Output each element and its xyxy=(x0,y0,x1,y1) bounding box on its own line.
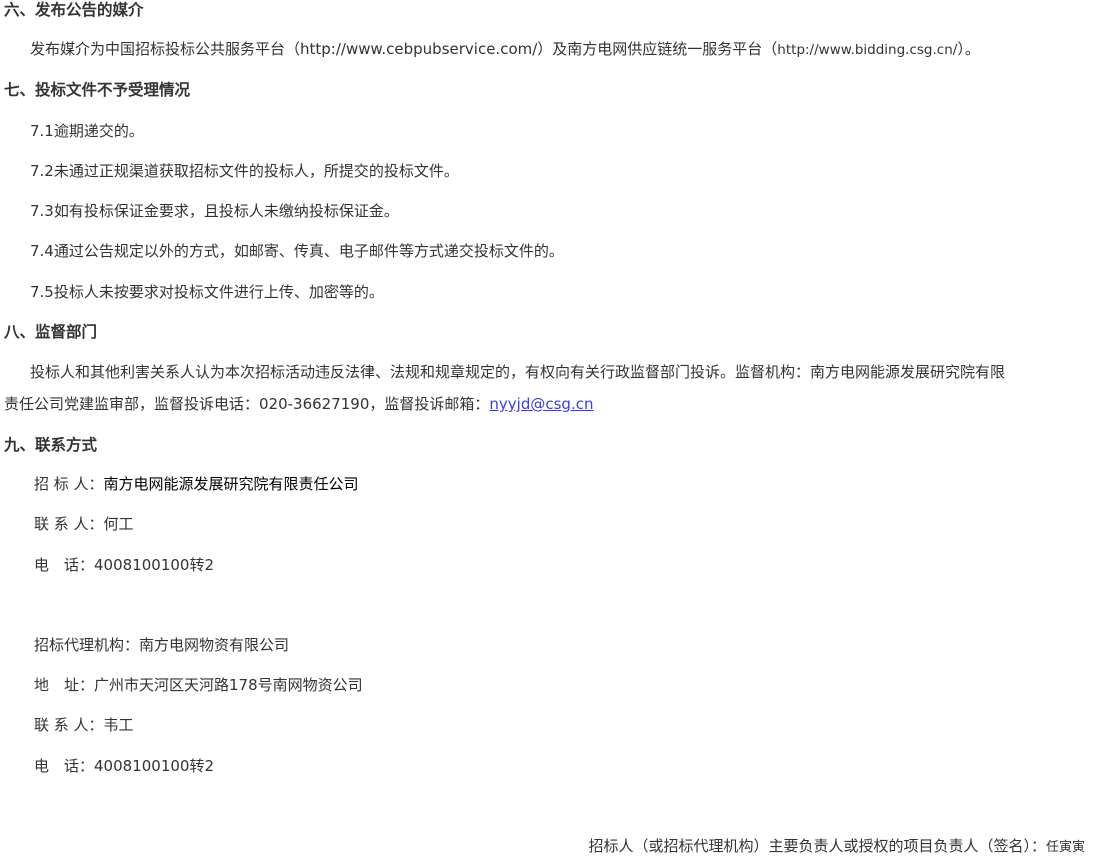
address-value: 广州市天河区天河路178号南网物资公司 xyxy=(94,676,363,694)
section-6-url: http://www.bidding.csg.cn/ xyxy=(777,42,958,58)
supervision-email-link[interactable]: nyyjd@csg.cn xyxy=(489,395,593,413)
tenderer-row: 招 标 人：南方电网能源发展研究院有限责任公司 xyxy=(34,474,359,494)
phone-row: 电 话：4008100100转2 xyxy=(34,555,214,575)
signature-name: 任寅寅 xyxy=(1045,840,1085,855)
section-8-line-2-text: 责任公司党建监审部，监督投诉电话：020-36627190，监督投诉邮箱： xyxy=(4,395,490,413)
agency-contact-label: 联 系 人： xyxy=(34,716,104,734)
section-6-paragraph: 发布媒介为中国招标投标公共服务平台（http://www.cebpubservi… xyxy=(30,39,980,60)
tenderer-label: 招 标 人： xyxy=(34,475,104,493)
section-7-heading: 七、投标文件不予受理情况 xyxy=(4,81,191,99)
agency-contact-row: 联 系 人：韦工 xyxy=(34,715,134,735)
section-7-item: 7.4通过公告规定以外的方式，如邮寄、传真、电子邮件等方式递交投标文件的。 xyxy=(30,242,564,260)
tenderer-value: 南方电网能源发展研究院有限责任公司 xyxy=(103,475,359,493)
signature-label: 招标人（或招标代理机构）主要负责人或授权的项目负责人（签名）： xyxy=(588,837,1046,855)
agency-phone-value: 4008100100转2 xyxy=(94,757,214,775)
section-8-heading: 八、监督部门 xyxy=(4,323,98,341)
agency-label: 招标代理机构： xyxy=(34,636,140,654)
signature-line: 招标人（或招标代理机构）主要负责人或授权的项目负责人（签名）：任寅寅 xyxy=(588,836,1085,858)
address-row: 地 址：广州市天河区天河路178号南网物资公司 xyxy=(34,675,363,695)
section-7-item: 7.1逾期递交的。 xyxy=(30,122,144,140)
section-8-line-1: 投标人和其他利害关系人认为本次招标活动违反法律、法规和规章规定的，有权向有关行政… xyxy=(30,363,1006,381)
contact-label: 联 系 人： xyxy=(34,515,104,533)
section-9-heading: 九、联系方式 xyxy=(4,436,98,454)
agency-phone-row: 电 话：4008100100转2 xyxy=(34,756,214,776)
section-7-item: 7.5投标人未按要求对投标文件进行上传、加密等的。 xyxy=(30,283,384,301)
section-7-item: 7.2未通过正规渠道获取招标文件的投标人，所提交的投标文件。 xyxy=(30,162,459,180)
phone-label: 电 话： xyxy=(34,556,95,574)
agency-row: 招标代理机构：南方电网物资有限公司 xyxy=(34,635,289,655)
section-6-text-end: ）。 xyxy=(957,40,980,58)
section-7-item: 7.3如有投标保证金要求，且投标人未缴纳投标保证金。 xyxy=(30,202,399,220)
contact-value: 何工 xyxy=(103,515,134,533)
section-8-line-2: 责任公司党建监审部，监督投诉电话：020-36627190，监督投诉邮箱：nyy… xyxy=(4,394,593,414)
agency-phone-label: 电 话： xyxy=(34,757,95,775)
contact-row: 联 系 人：何工 xyxy=(34,514,134,534)
address-label: 地 址： xyxy=(34,676,95,694)
section-6-heading: 六、发布公告的媒介 xyxy=(4,1,144,19)
section-6-text: 发布媒介为中国招标投标公共服务平台（http://www.cebpubservi… xyxy=(30,40,778,58)
agency-value: 南方电网物资有限公司 xyxy=(139,636,290,654)
agency-contact-value: 韦工 xyxy=(103,716,134,734)
announcement-document: 六、发布公告的媒介 发布媒介为中国招标投标公共服务平台（http://www.c… xyxy=(0,0,1099,866)
phone-value: 4008100100转2 xyxy=(94,556,214,574)
